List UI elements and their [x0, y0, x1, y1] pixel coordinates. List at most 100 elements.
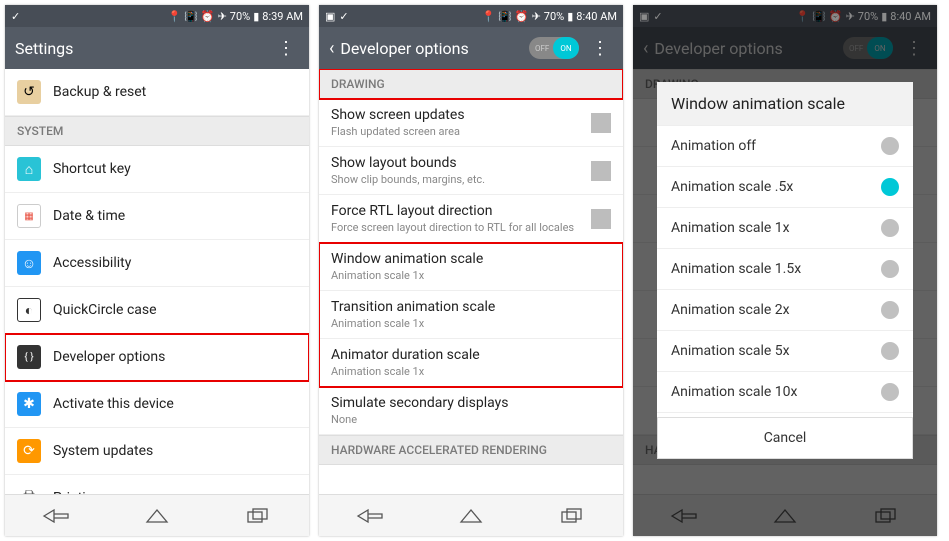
- subtitle: Flash updated screen area: [331, 125, 591, 138]
- row-show-layout-bounds[interactable]: Show layout bounds Show clip bounds, marg…: [319, 147, 623, 195]
- modal-overlay[interactable]: Window animation scale Animation off Ani…: [633, 5, 937, 536]
- toggle-on-label: ON: [553, 37, 579, 59]
- case-icon: ◐: [17, 298, 41, 322]
- label: Simulate secondary displays: [331, 395, 611, 411]
- option-scale-1x[interactable]: Animation scale 1x: [657, 208, 913, 249]
- page-title: Settings: [15, 39, 73, 58]
- shortcut-icon: ⌂: [17, 157, 41, 181]
- subtitle: Animation scale 1x: [331, 365, 611, 378]
- recent-button[interactable]: [556, 506, 588, 526]
- checkbox[interactable]: [591, 209, 611, 229]
- row-simulate-secondary-displays[interactable]: Simulate secondary displays None: [319, 387, 623, 435]
- option-scale-2x[interactable]: Animation scale 2x: [657, 290, 913, 331]
- subtitle: None: [331, 413, 611, 426]
- radio-selected[interactable]: [881, 178, 899, 196]
- label: Transition animation scale: [331, 299, 611, 315]
- option-scale-15x[interactable]: Animation scale 1.5x: [657, 249, 913, 290]
- battery-icon: ▮: [567, 10, 573, 23]
- animation-scale-group: Window animation scale Animation scale 1x…: [319, 243, 623, 387]
- row-system-updates[interactable]: ⟳ System updates: [5, 428, 309, 475]
- option-scale-10x[interactable]: Animation scale 10x: [657, 372, 913, 413]
- label: Developer options: [53, 349, 297, 365]
- label: Animation scale .5x: [671, 179, 881, 195]
- home-button[interactable]: [455, 506, 487, 526]
- overflow-icon[interactable]: ⋮: [273, 38, 299, 59]
- row-backup-reset[interactable]: ↺ Backup & reset: [5, 69, 309, 116]
- row-shortcut-key[interactable]: ⌂ Shortcut key: [5, 146, 309, 193]
- radio[interactable]: [881, 219, 899, 237]
- battery-pct: 70%: [544, 10, 564, 23]
- back-button[interactable]: [354, 506, 386, 526]
- row-force-rtl[interactable]: Force RTL layout direction Force screen l…: [319, 195, 623, 243]
- row-developer-options[interactable]: { } Developer options: [5, 334, 309, 381]
- subtitle: Animation scale 1x: [331, 317, 611, 330]
- radio[interactable]: [881, 137, 899, 155]
- settings-screen: ✓ 📍 📳 ⏰ ✈ 70% ▮ 8:39 AM Settings ⋮ ↺ Bac…: [5, 5, 309, 536]
- dialog-title: Window animation scale: [657, 82, 913, 126]
- radio[interactable]: [881, 301, 899, 319]
- option-scale-5x[interactable]: Animation scale 5x: [657, 331, 913, 372]
- section-hw-rendering: HARDWARE ACCELERATED RENDERING: [319, 435, 623, 465]
- label: Force RTL layout direction: [331, 203, 591, 219]
- row-window-animation-scale[interactable]: Window animation scale Animation scale 1x: [319, 243, 623, 291]
- airplane-icon: ✈: [218, 10, 227, 23]
- clock: 8:39 AM: [262, 10, 303, 23]
- back-icon[interactable]: ‹: [329, 38, 334, 59]
- subtitle: Force screen layout direction to RTL for…: [331, 221, 591, 234]
- subtitle: Animation scale 1x: [331, 269, 611, 282]
- label: Backup & reset: [53, 84, 297, 100]
- row-transition-animation-scale[interactable]: Transition animation scale Animation scal…: [319, 291, 623, 339]
- nav-bar: [5, 494, 309, 536]
- accessibility-icon: ☺: [17, 251, 41, 275]
- label: Animator duration scale: [331, 347, 611, 363]
- devoptions-toggle[interactable]: OFF ON: [529, 37, 579, 59]
- dialog-screen: ▣ ✓ 📍 📳 ⏰ ✈ 70% ▮ 8:40 AM ‹ Developer op…: [633, 5, 937, 536]
- home-button[interactable]: [141, 506, 173, 526]
- page-title: Developer options: [340, 39, 468, 58]
- row-quickcircle[interactable]: ◐ QuickCircle case: [5, 287, 309, 334]
- radio[interactable]: [881, 260, 899, 278]
- nav-bar: [319, 494, 623, 536]
- radio[interactable]: [881, 383, 899, 401]
- label: Animation off: [671, 138, 881, 154]
- dev-icon: { }: [17, 345, 41, 369]
- dialog-options: Animation off Animation scale .5x Animat…: [657, 126, 913, 413]
- label: Animation scale 1x: [671, 220, 881, 236]
- updates-icon: ⟳: [17, 439, 41, 463]
- checkbox[interactable]: [591, 113, 611, 133]
- row-show-screen-updates[interactable]: Show screen updatesFlash updated screen …: [319, 99, 623, 147]
- label: Animation scale 10x: [671, 384, 881, 400]
- label: Window animation scale: [331, 251, 611, 267]
- overflow-icon[interactable]: ⋮: [587, 38, 613, 59]
- alarm-icon: ⏰: [515, 10, 529, 23]
- row-animator-duration-scale[interactable]: Animator duration scale Animation scale 1…: [319, 339, 623, 387]
- backup-icon: ↺: [17, 80, 41, 104]
- label: Show layout bounds: [331, 155, 591, 171]
- recent-button[interactable]: [242, 506, 274, 526]
- image-icon: ▣: [325, 10, 335, 23]
- status-bar: ✓ 📍 📳 ⏰ ✈ 70% ▮ 8:39 AM: [5, 5, 309, 27]
- toggle-off-label: OFF: [535, 44, 549, 53]
- vibrate-icon: 📳: [184, 10, 198, 23]
- cancel-button[interactable]: Cancel: [657, 417, 913, 459]
- row-printing[interactable]: 🖨 Printing: [5, 475, 309, 494]
- airplane-icon: ✈: [532, 10, 541, 23]
- row-date-time[interactable]: ▦ Date & time: [5, 193, 309, 240]
- location-icon: 📍: [481, 10, 495, 23]
- back-button[interactable]: [40, 506, 72, 526]
- label: Animation scale 5x: [671, 343, 881, 359]
- clock: 8:40 AM: [576, 10, 617, 23]
- subtitle: Show clip bounds, margins, etc.: [331, 173, 591, 186]
- checkbox[interactable]: [591, 161, 611, 181]
- option-animation-off[interactable]: Animation off: [657, 126, 913, 167]
- vibrate-icon: 📳: [498, 10, 512, 23]
- label: Date & time: [53, 208, 297, 224]
- activate-icon: ✱: [17, 392, 41, 416]
- check-icon: ✓: [339, 10, 348, 23]
- radio[interactable]: [881, 342, 899, 360]
- app-bar: ‹ Developer options OFF ON ⋮: [319, 27, 623, 69]
- check-icon: ✓: [11, 10, 20, 23]
- option-scale-05x[interactable]: Animation scale .5x: [657, 167, 913, 208]
- row-accessibility[interactable]: ☺ Accessibility: [5, 240, 309, 287]
- row-activate-device[interactable]: ✱ Activate this device: [5, 381, 309, 428]
